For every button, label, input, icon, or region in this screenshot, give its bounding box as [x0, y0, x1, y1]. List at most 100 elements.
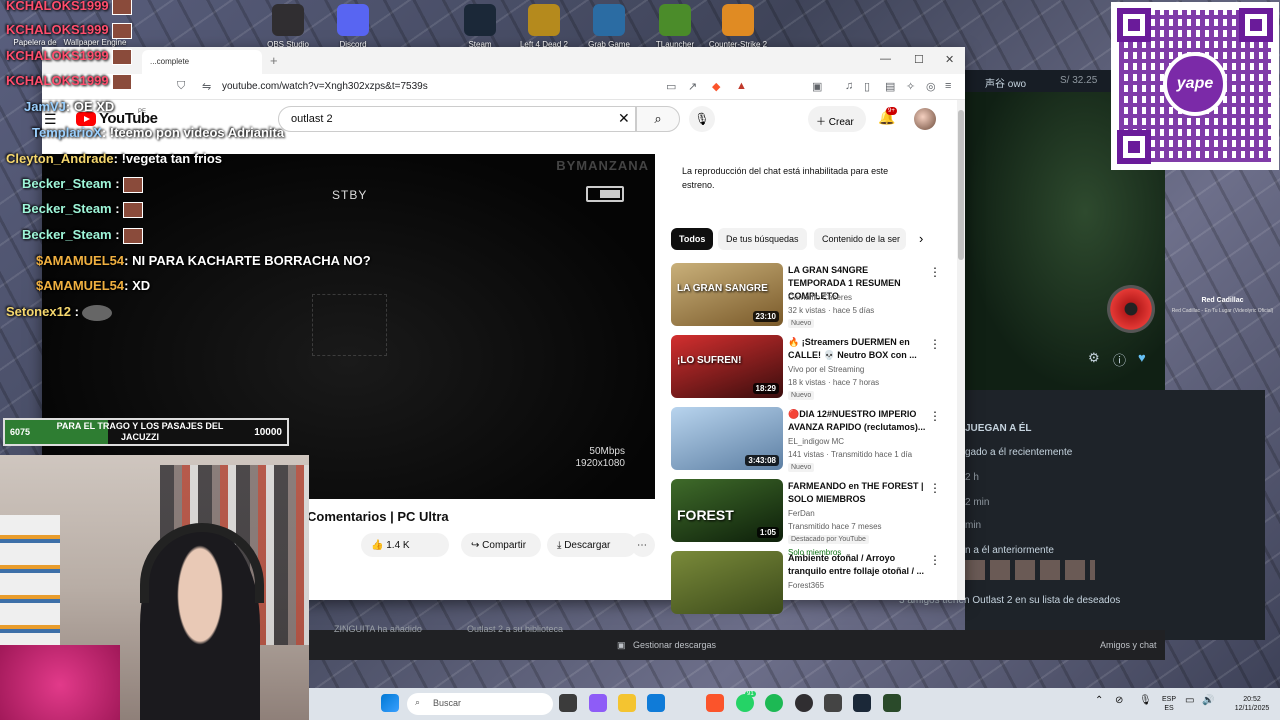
mixer-icon[interactable]: [824, 694, 842, 712]
avatar[interactable]: [914, 108, 936, 130]
recommendation-item[interactable]: LA GRAN SANGRE 23:10 LA GRAN S4NGRE TEMPOR…: [671, 263, 951, 329]
new-tab-icon[interactable]: +: [270, 53, 278, 68]
channel-name[interactable]: Carnalito Caceres: [788, 291, 852, 304]
leo-icon[interactable]: ✧: [906, 80, 915, 93]
manage-downloads[interactable]: Gestionar descargas: [633, 640, 716, 650]
video-title[interactable]: FARMEANDO en THE FOREST | SOLO MIEMBROS: [788, 480, 928, 506]
recommendation-item[interactable]: 3:43:08 🔴DIA 12#NUESTRO IMPERIO AVANZA RA…: [671, 407, 951, 473]
desktop-icon[interactable]: OBS Studio: [253, 4, 323, 49]
volume-icon[interactable]: 🔊: [1202, 696, 1214, 706]
thumbs-up-icon: 👍: [371, 540, 387, 551]
recommendation-item[interactable]: ¡LO SUFREN! 18:29 🔥 ¡Streamers DUERMEN en …: [671, 335, 951, 401]
edge-icon[interactable]: [647, 694, 665, 712]
bookmark-icon[interactable]: ⛉: [177, 80, 185, 93]
scrollbar-thumb[interactable]: [958, 110, 964, 260]
chat-message: Setonex12 :: [6, 304, 112, 321]
brave-icon[interactable]: [706, 694, 724, 712]
search-button[interactable]: ⌕: [636, 106, 680, 132]
video-thumbnail[interactable]: ¡LO SUFREN! 18:29: [671, 335, 783, 398]
language-indicator[interactable]: ESP ES: [1157, 695, 1181, 713]
desktop-icon[interactable]: Steam: [445, 4, 515, 49]
tab-youtube[interactable]: ...complete: [142, 50, 262, 74]
close-icon[interactable]: ✕: [945, 53, 954, 66]
obs-icon[interactable]: [795, 694, 813, 712]
steam-user[interactable]: 声谷 owo: [985, 75, 1026, 90]
windows-start-icon[interactable]: [381, 694, 399, 712]
video-meta: Transmitido hace 7 meses: [788, 522, 882, 531]
video-thumbnail[interactable]: LA GRAN SANGRE 23:10: [671, 263, 783, 326]
desktop-icon[interactable]: TLauncher: [640, 4, 710, 49]
desktop-icon[interactable]: Left 4 Dead 2: [509, 4, 579, 49]
info-icon[interactable]: ⓘ: [1113, 350, 1126, 369]
desktop-icon[interactable]: Grab Game: [574, 4, 644, 49]
gear-icon[interactable]: ⚙: [1088, 350, 1100, 366]
heart-icon[interactable]: ♥: [1138, 350, 1146, 365]
search-input[interactable]: outlast 2: [278, 106, 636, 132]
reader-icon[interactable]: ▣: [812, 80, 822, 93]
chevron-up-icon[interactable]: ⌃: [1095, 696, 1103, 706]
minimize-icon[interactable]: —: [880, 53, 891, 65]
pink-blanket: [0, 645, 120, 720]
menu-icon[interactable]: ≡: [945, 80, 951, 92]
album-art: [1107, 285, 1155, 333]
recommendation-item[interactable]: FOREST 1:05 FARMEANDO en THE FOREST | SOLO…: [671, 479, 951, 557]
more-options-icon[interactable]: ⋮: [929, 409, 941, 423]
mic-tray-icon[interactable]: 🎙: [1139, 696, 1152, 706]
copilot-icon[interactable]: [589, 694, 607, 712]
clear-search-icon[interactable]: ✕: [618, 110, 630, 127]
music-icon[interactable]: ♫: [845, 80, 853, 92]
video-thumbnail[interactable]: FOREST 1:05: [671, 479, 783, 542]
brave-shield-icon[interactable]: ◆: [712, 80, 720, 93]
desktop-icon[interactable]: Discord: [318, 4, 388, 49]
channel-name[interactable]: FerDan: [788, 507, 815, 520]
folder-icon[interactable]: [618, 694, 636, 712]
download-button[interactable]: ⤓ Descargar: [547, 533, 637, 557]
maximize-icon[interactable]: ☐: [914, 53, 924, 66]
chip-serie[interactable]: Contenido de la ser: [814, 228, 906, 250]
more-actions-button[interactable]: ⋯: [631, 533, 655, 557]
cast-icon[interactable]: ▭: [666, 80, 676, 93]
game-icon[interactable]: [883, 694, 901, 712]
chip-todos[interactable]: Todos: [671, 228, 714, 250]
wallet-icon[interactable]: ▤: [885, 80, 895, 93]
manage-downloads-icon[interactable]: ▣: [617, 640, 626, 651]
file-explorer-icon[interactable]: [559, 694, 577, 712]
channel-name[interactable]: Forest365: [788, 579, 824, 592]
video-title[interactable]: 🔴DIA 12#NUESTRO IMPERIO AVANZA RAPIDO (r…: [788, 408, 928, 434]
share-icon[interactable]: ↗: [688, 80, 697, 93]
display-icon[interactable]: ▭: [1185, 696, 1194, 706]
scrollbar[interactable]: [957, 100, 965, 600]
vpn-icon[interactable]: ◎: [926, 80, 936, 93]
more-options-icon[interactable]: ⋮: [929, 481, 941, 495]
recommendation-item[interactable]: Ambiente otoñal / Arroyo tranquilo entre…: [671, 551, 951, 617]
friends-chat-button[interactable]: Amigos y chat: [1100, 640, 1157, 650]
taskbar-search[interactable]: ⌕ Buscar: [407, 693, 553, 715]
clock[interactable]: 20:52 12/11/2025: [1229, 695, 1275, 713]
like-button[interactable]: 👍 1.4 K: [361, 533, 449, 557]
spotify-icon[interactable]: [765, 694, 783, 712]
mic-button[interactable]: 🎙: [689, 106, 715, 132]
more-options-icon[interactable]: ⋮: [929, 553, 941, 567]
more-options-icon[interactable]: ⋮: [929, 265, 941, 279]
share-button[interactable]: ↪ Compartir: [461, 533, 541, 557]
video-title[interactable]: Ambiente otoñal / Arroyo tranquilo entre…: [788, 552, 928, 578]
channel-name[interactable]: EL_indigow MC: [788, 435, 844, 448]
emote-icon: [82, 304, 112, 321]
desktop-left-label[interactable]: Wallpaper Engine: [60, 38, 130, 47]
create-button[interactable]: ＋ Crear: [808, 106, 866, 132]
more-options-icon[interactable]: ⋮: [929, 337, 941, 351]
video-title[interactable]: 🔥 ¡Streamers DUERMEN en CALLE! 💀 Neutro …: [788, 336, 928, 362]
url-field[interactable]: youtube.com/watch?v=Xngh302xzps&t=7539s: [222, 81, 428, 92]
video-thumbnail[interactable]: [671, 551, 783, 614]
video-thumbnail[interactable]: 3:43:08: [671, 407, 783, 470]
friend-avatars[interactable]: [965, 560, 1095, 580]
sidebar-icon[interactable]: ▯: [864, 80, 870, 93]
chip-busquedas[interactable]: De tus búsquedas: [718, 228, 807, 250]
site-info-icon[interactable]: ⇋: [202, 80, 211, 93]
steam-icon[interactable]: [853, 694, 871, 712]
desktop-icon[interactable]: Counter-Strike 2: [703, 4, 773, 49]
network-icon[interactable]: ⊘: [1115, 696, 1123, 706]
chevron-right-icon[interactable]: ›: [919, 231, 923, 246]
channel-name[interactable]: Vivo por el Streaming: [788, 363, 864, 376]
rewards-icon[interactable]: ▲: [736, 80, 747, 92]
